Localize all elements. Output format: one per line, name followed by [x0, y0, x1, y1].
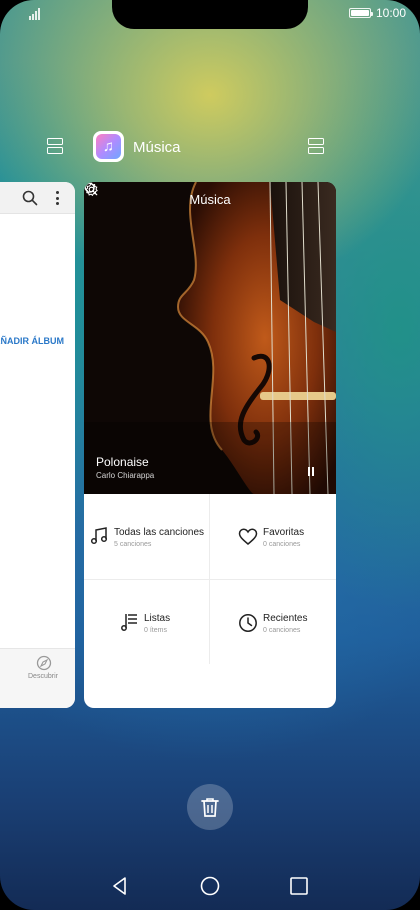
- discover-icon[interactable]: [36, 655, 52, 671]
- split-screen-icon-left[interactable]: [47, 138, 65, 156]
- category-label: Listas: [144, 613, 171, 624]
- previous-app-toolbar: [0, 182, 75, 214]
- category-all-songs[interactable]: Todas las canciones 5 canciones: [84, 494, 210, 580]
- category-count: 0 canciones: [263, 627, 301, 634]
- battery-icon: [348, 8, 373, 18]
- category-count: 0 ítems: [144, 627, 167, 634]
- category-label: Recientes: [263, 613, 308, 624]
- more-options-icon[interactable]: [56, 191, 59, 208]
- now-playing-title[interactable]: Polonaise: [96, 455, 149, 469]
- music-header-title: Música: [189, 192, 231, 207]
- clock-icon: [239, 614, 257, 632]
- signal-icon: [29, 8, 40, 20]
- category-count: 5 canciones: [114, 541, 152, 548]
- trash-icon: [201, 798, 219, 817]
- category-favorites[interactable]: Favoritas 0 canciones: [210, 494, 336, 580]
- violin-image: [84, 182, 336, 494]
- category-label: Favoritas: [263, 527, 305, 538]
- music-app-icon[interactable]: ♫: [93, 131, 124, 162]
- category-label: Todas las canciones: [114, 527, 205, 538]
- split-screen-icon-right[interactable]: [308, 138, 326, 156]
- app-title: Música: [133, 139, 181, 156]
- previous-app-card[interactable]: AÑADIR ÁLBUM Descubrir: [0, 182, 75, 708]
- add-album-link[interactable]: AÑADIR ÁLBUM: [0, 336, 64, 346]
- category-recent[interactable]: Recientes 0 canciones: [210, 580, 336, 666]
- recents-screen: 10:00 ♫ Música AÑADIR ÁLBUM Descubrir Mú…: [0, 0, 420, 910]
- category-playlists[interactable]: Listas 0 ítems: [84, 580, 210, 666]
- discover-tab-label: Descubrir: [28, 673, 58, 680]
- status-right: 10:00: [348, 6, 406, 20]
- home-icon[interactable]: [200, 876, 220, 896]
- album-artwork: Música Polonaise Carlo Chiarappa: [84, 182, 336, 494]
- back-icon[interactable]: [110, 876, 130, 896]
- now-playing-artist: Carlo Chiarappa: [96, 471, 155, 480]
- status-time: 10:00: [375, 6, 406, 20]
- display-notch: [112, 0, 308, 29]
- music-note-icon: ♫: [96, 134, 121, 159]
- search-icon[interactable]: [22, 190, 38, 206]
- playlist-icon: [121, 614, 137, 631]
- pause-icon[interactable]: [308, 463, 316, 476]
- category-count: 0 canciones: [263, 541, 301, 548]
- heart-icon: [238, 528, 258, 545]
- music-note-icon: [90, 527, 108, 545]
- search-icon[interactable]: [84, 182, 98, 196]
- music-app-card[interactable]: Música Polonaise Carlo Chiarappa Todas l…: [84, 182, 336, 708]
- recents-icon[interactable]: [289, 876, 309, 896]
- clear-all-button[interactable]: [187, 784, 233, 830]
- category-grid: Todas las canciones 5 canciones Favorita…: [84, 494, 336, 708]
- previous-app-bottom-nav: Descubrir: [0, 648, 75, 708]
